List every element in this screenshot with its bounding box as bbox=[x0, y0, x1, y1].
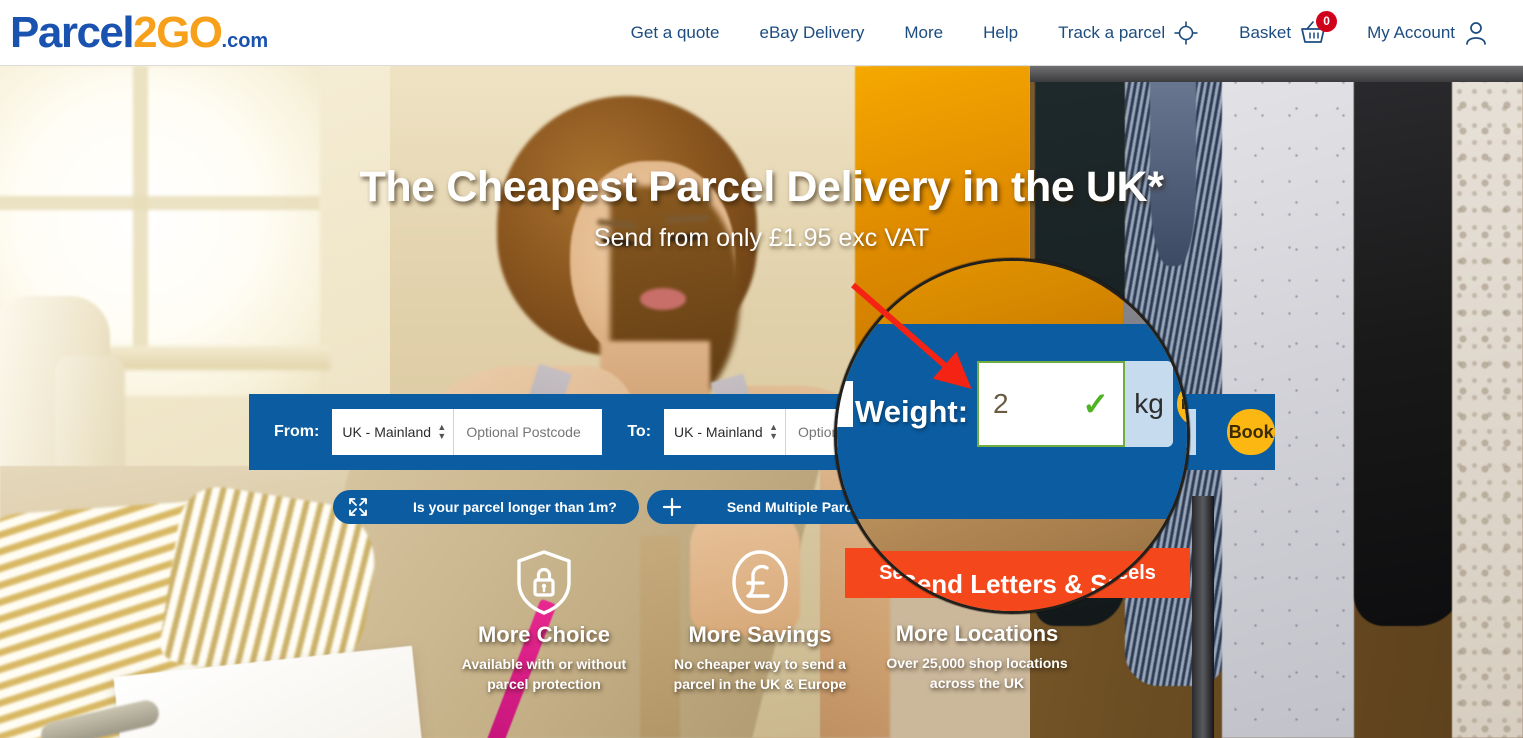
nav-label-help: Help bbox=[983, 22, 1019, 42]
feature-title-more-locations: More Locations bbox=[895, 621, 1059, 646]
feature-more-savings: More Savings No cheaper way to send a pa… bbox=[660, 548, 860, 694]
chevron-updown-icon: ▲ ▼ bbox=[769, 422, 779, 441]
nav-label-my-account: My Account bbox=[1367, 22, 1455, 42]
expand-arrows-icon bbox=[347, 496, 369, 518]
nav-label-more: More bbox=[904, 22, 944, 42]
book-button[interactable]: Book bbox=[1227, 409, 1275, 455]
from-country-value: UK - Mainland bbox=[342, 424, 432, 440]
hero-subheadline: Send from only £1.95 exc VAT bbox=[593, 224, 930, 252]
nav-item-basket[interactable]: Basket 0 bbox=[1219, 0, 1347, 66]
logo-part-parcel: Parcel bbox=[10, 7, 135, 57]
longer-than-1m-label: Is your parcel longer than 1m? bbox=[413, 499, 617, 515]
magnifier-lens-overlay: Weight: ✓ kg Book Send Letters & Sm bbox=[834, 258, 1190, 614]
pill-button-row: Is your parcel longer than 1m? Send Mult… bbox=[333, 490, 894, 524]
longer-than-1m-button[interactable]: Is your parcel longer than 1m? bbox=[333, 490, 639, 524]
logo-part-com: .com bbox=[221, 29, 269, 52]
plus-icon bbox=[661, 496, 683, 518]
nav-item-track-a-parcel[interactable]: Track a parcel bbox=[1038, 0, 1219, 66]
nav-label-basket: Basket bbox=[1239, 22, 1292, 42]
to-country-select[interactable]: UK - Mainland ▲ ▼ bbox=[664, 409, 787, 455]
nav-item-ebay-delivery[interactable]: eBay Delivery bbox=[739, 0, 884, 66]
from-group: UK - Mainland ▲ ▼ bbox=[332, 409, 603, 455]
main-navigation: Get a quote eBay Delivery More Help Trac… bbox=[611, 0, 1509, 66]
nav-item-get-a-quote[interactable]: Get a quote bbox=[611, 0, 740, 66]
nav-item-help[interactable]: Help bbox=[963, 0, 1038, 66]
nav-item-more[interactable]: More bbox=[884, 0, 963, 66]
basket-icon: 0 bbox=[1299, 10, 1338, 46]
from-label: From: bbox=[274, 423, 320, 440]
crosshair-icon bbox=[1173, 20, 1199, 46]
nav-item-my-account[interactable]: My Account bbox=[1347, 0, 1509, 66]
from-postcode-input[interactable] bbox=[454, 409, 603, 455]
nav-label-get-a-quote: Get a quote bbox=[630, 22, 720, 42]
magnified-letters-banner[interactable]: Send Letters & Sm bbox=[837, 551, 1187, 611]
parcel2go-logo[interactable]: Parcel2GO.com bbox=[10, 7, 269, 57]
feature-sub-more-savings: No cheaper way to send a parcel in the U… bbox=[673, 656, 847, 692]
basket-count-badge: 0 bbox=[1316, 10, 1338, 32]
nav-label-ebay-delivery: eBay Delivery bbox=[759, 22, 865, 42]
nav-label-track-a-parcel: Track a parcel bbox=[1058, 22, 1166, 42]
feature-sub-more-choice: Available with or without parcel protect… bbox=[461, 656, 627, 692]
feature-title-more-savings: More Savings bbox=[688, 622, 832, 647]
shield-lock-icon bbox=[444, 548, 644, 616]
check-icon: ✓ bbox=[1082, 386, 1109, 422]
magnified-weight-unit: kg bbox=[1125, 361, 1173, 447]
logo-part-2go: 2GO bbox=[133, 7, 223, 57]
pound-circle-icon bbox=[660, 548, 860, 616]
feature-title-more-choice: More Choice bbox=[477, 622, 611, 647]
feature-sub-more-locations: Over 25,000 shop locations across the UK bbox=[886, 655, 1068, 691]
site-header: Parcel2GO.com Get a quote eBay Delivery … bbox=[0, 0, 1523, 66]
person-icon bbox=[1463, 20, 1489, 46]
chevron-updown-icon: ▲ ▼ bbox=[437, 422, 447, 441]
feature-more-choice: More Choice Available with or without pa… bbox=[444, 548, 644, 694]
from-country-select[interactable]: UK - Mainland ▲ ▼ bbox=[332, 409, 455, 455]
to-country-value: UK - Mainland bbox=[674, 424, 763, 440]
magnified-weight-field[interactable]: ✓ bbox=[977, 361, 1125, 447]
hero-headline: The Cheapest Parcel Delivery in the UK* bbox=[359, 163, 1164, 211]
to-label: To: bbox=[627, 423, 652, 440]
magnified-weight-input[interactable] bbox=[993, 388, 1073, 420]
magnified-weight-label: Weight: bbox=[855, 394, 969, 429]
